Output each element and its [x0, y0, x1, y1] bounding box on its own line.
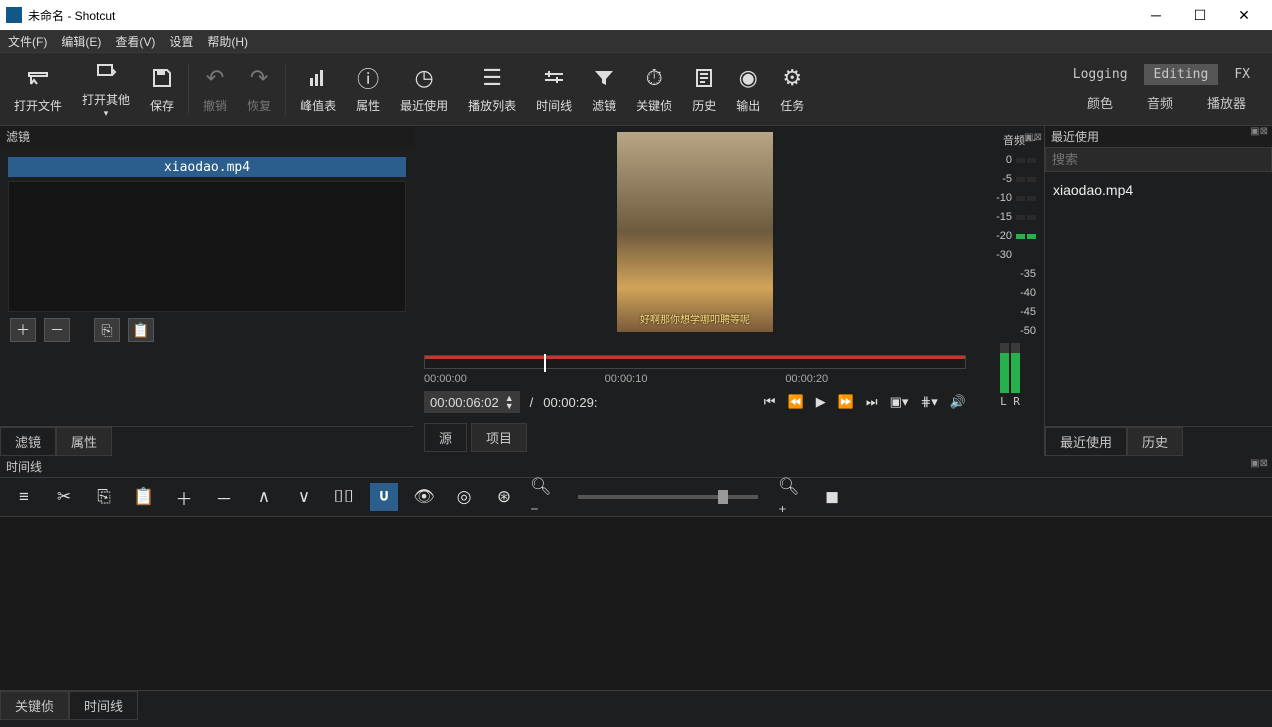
tab-timeline[interactable]: 时间线: [69, 691, 138, 720]
menu-view[interactable]: 查看(V): [115, 33, 155, 50]
keyframe-button[interactable]: ⏱关键侦: [626, 53, 682, 125]
dock-icon[interactable]: ▣⊠: [1250, 126, 1268, 137]
vu-meter: [978, 343, 1042, 393]
peak-meter-button[interactable]: 峰值表: [290, 53, 346, 125]
recent-button[interactable]: ◷最近使用: [390, 53, 458, 125]
filters-button[interactable]: 滤镜: [582, 53, 626, 125]
lift-icon[interactable]: ∧: [250, 483, 278, 511]
player-panel: 好啊那你想学哪叩聘等呢 00:00:00 00:00:10 00:00:20 0…: [414, 126, 976, 456]
menu-settings[interactable]: 设置: [169, 33, 193, 50]
history-button[interactable]: 历史: [682, 53, 726, 125]
forward-icon[interactable]: ⏩: [838, 394, 854, 410]
titlebar: 未命名 - Shotcut ─ ☐ ✕: [0, 0, 1272, 30]
filters-list: [8, 181, 406, 312]
tab-history[interactable]: 历史: [1127, 427, 1183, 456]
playlist-button[interactable]: ☰播放列表: [458, 53, 526, 125]
scrub-audio-icon[interactable]: 👁: [410, 483, 438, 511]
skip-end-icon[interactable]: ⏭: [866, 394, 878, 410]
video-preview[interactable]: 好啊那你想学哪叩聘等呢: [617, 132, 773, 332]
copy-icon[interactable]: ⎘: [90, 483, 118, 511]
mode-player[interactable]: 播放器: [1193, 91, 1260, 114]
export-button[interactable]: ◉输出: [726, 53, 770, 125]
tab-filters[interactable]: 滤镜: [0, 427, 56, 456]
copy-filter-button[interactable]: ⎘: [94, 318, 120, 342]
app-icon: [6, 7, 22, 23]
paste-filter-button[interactable]: 📋: [128, 318, 154, 342]
rewind-icon[interactable]: ⏪: [788, 394, 804, 410]
mode-fx[interactable]: FX: [1224, 64, 1260, 85]
channel-labels: L R: [978, 395, 1042, 408]
tick-2: 00:00:20: [785, 373, 828, 385]
tab-recent[interactable]: 最近使用: [1045, 427, 1127, 456]
window-title: 未命名 - Shotcut: [28, 7, 115, 24]
tab-keyframe[interactable]: 关键侦: [0, 691, 69, 720]
menu-file[interactable]: 文件(F): [8, 33, 47, 50]
properties-button[interactable]: ⓘ属性: [346, 53, 390, 125]
minimize-button[interactable]: ─: [1134, 0, 1178, 30]
undo-button[interactable]: ↶撤销: [193, 53, 237, 125]
timeline-tracks[interactable]: [0, 517, 1272, 690]
split-icon[interactable]: ⌷⌷: [330, 483, 358, 511]
timeline-menu-icon[interactable]: ≡: [10, 483, 38, 511]
mode-color[interactable]: 颜色: [1073, 91, 1127, 114]
dock-icon[interactable]: ▣⊠: [1250, 458, 1268, 469]
current-time-input[interactable]: 00:00:06:02▲▼: [424, 391, 520, 413]
mode-logging[interactable]: Logging: [1063, 64, 1138, 85]
ripple-icon[interactable]: ◎: [450, 483, 478, 511]
cut-icon[interactable]: ✂: [50, 483, 78, 511]
zoom-in-icon[interactable]: 🔍︎₊: [778, 483, 806, 511]
recent-item[interactable]: xiaodao.mp4: [1051, 178, 1266, 202]
remove-icon[interactable]: －: [210, 483, 238, 511]
filters-panel: 滤镜 xiaodao.mp4 ＋ － ⎘ 📋 滤镜 属性: [0, 126, 414, 456]
filters-panel-title: 滤镜: [0, 126, 414, 147]
tab-properties[interactable]: 属性: [56, 427, 112, 456]
filters-clip-name[interactable]: xiaodao.mp4: [8, 157, 406, 177]
grid-dd-icon[interactable]: ⋕▾: [920, 394, 937, 410]
open-file-button[interactable]: 打开文件: [4, 53, 72, 125]
mode-editing[interactable]: Editing: [1144, 64, 1219, 85]
tab-source[interactable]: 源: [424, 423, 467, 452]
paste-icon[interactable]: 📋: [130, 483, 158, 511]
video-subtitle: 好啊那你想学哪叩聘等呢: [640, 311, 750, 326]
snap-icon[interactable]: [370, 483, 398, 511]
timeline-toolbar: ≡ ✂ ⎘ 📋 ＋ － ∧ ∨ ⌷⌷ 👁 ◎ ⊛ 🔍︎₋ 🔍︎₊ ◼: [0, 477, 1272, 517]
open-other-button[interactable]: 打开其他▾: [72, 53, 140, 125]
zoom-slider[interactable]: [578, 495, 758, 499]
close-button[interactable]: ✕: [1222, 0, 1266, 30]
remove-filter-button[interactable]: －: [44, 318, 70, 342]
tick-1: 00:00:10: [605, 373, 648, 385]
dock-icon[interactable]: ▣⊠: [1024, 132, 1042, 143]
recent-panel: 最近使用 ▣⊠ xiaodao.mp4 最近使用 历史: [1044, 126, 1272, 456]
main-toolbar: 打开文件 打开其他▾ 保存 ↶撤销 ↷恢复 峰值表 ⓘ属性 ◷最近使用 ☰播放列…: [0, 52, 1272, 126]
audio-meter-panel: 音频⋯▣⊠ 0 -5 -10 -15 -20 -30 -35 -40 -45 -…: [976, 126, 1044, 456]
timeline-panel-title: 时间线 ▣⊠: [0, 456, 1272, 477]
menu-help[interactable]: 帮助(H): [207, 33, 248, 50]
menubar: 文件(F) 编辑(E) 查看(V) 设置 帮助(H): [0, 30, 1272, 52]
ripple-all-icon[interactable]: ⊛: [490, 483, 518, 511]
menu-edit[interactable]: 编辑(E): [61, 33, 101, 50]
tick-0: 00:00:00: [424, 373, 467, 385]
mode-audio[interactable]: 音频: [1133, 91, 1187, 114]
scrub-bar[interactable]: [424, 355, 966, 369]
play-icon[interactable]: ▶: [816, 394, 826, 410]
append-icon[interactable]: ＋: [170, 483, 198, 511]
zoom-dd-icon[interactable]: ▣▾: [890, 394, 909, 410]
maximize-button[interactable]: ☐: [1178, 0, 1222, 30]
volume-icon[interactable]: 🔊: [950, 394, 966, 410]
overwrite-icon[interactable]: ∨: [290, 483, 318, 511]
jobs-button[interactable]: ⚙任务: [770, 53, 814, 125]
skip-start-icon[interactable]: ⏮: [764, 394, 776, 410]
save-button[interactable]: 保存: [140, 53, 184, 125]
add-filter-button[interactable]: ＋: [10, 318, 36, 342]
recent-search-input[interactable]: [1045, 147, 1272, 172]
playhead[interactable]: [544, 354, 546, 372]
timeline-button[interactable]: 时间线: [526, 53, 582, 125]
zoom-fit-icon[interactable]: ◼: [818, 483, 846, 511]
zoom-out-icon[interactable]: 🔍︎₋: [530, 483, 558, 511]
tab-project[interactable]: 项目: [471, 423, 527, 452]
duration-label: 00:00:29:: [543, 395, 597, 410]
redo-button[interactable]: ↷恢复: [237, 53, 281, 125]
